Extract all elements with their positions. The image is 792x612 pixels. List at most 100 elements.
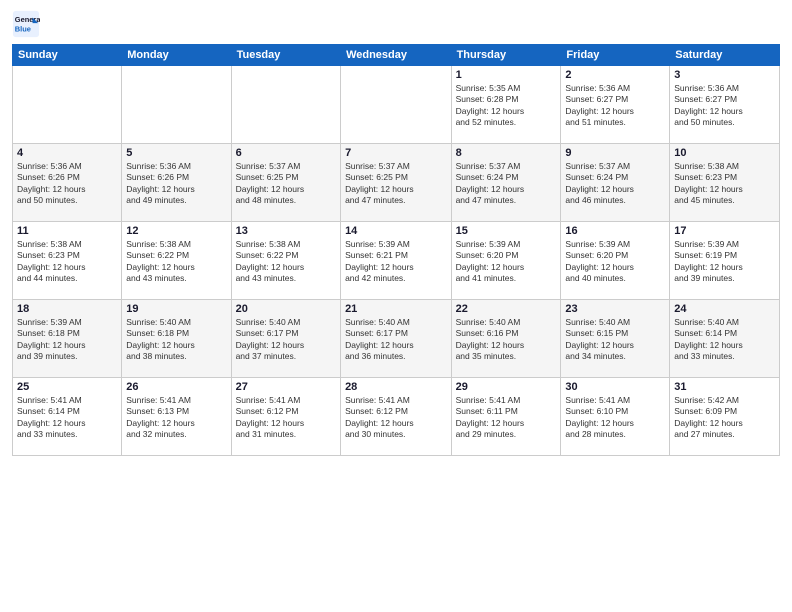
logo: General Blue xyxy=(12,10,44,38)
day-cell xyxy=(231,66,340,144)
day-number: 19 xyxy=(126,303,226,315)
day-number: 27 xyxy=(236,381,336,393)
day-info: Sunrise: 5:40 AM Sunset: 6:16 PM Dayligh… xyxy=(456,317,557,363)
day-cell: 11Sunrise: 5:38 AM Sunset: 6:23 PM Dayli… xyxy=(13,222,122,300)
day-number: 23 xyxy=(565,303,665,315)
day-info: Sunrise: 5:40 AM Sunset: 6:17 PM Dayligh… xyxy=(345,317,447,363)
day-number: 3 xyxy=(674,69,775,81)
day-number: 2 xyxy=(565,69,665,81)
day-info: Sunrise: 5:37 AM Sunset: 6:24 PM Dayligh… xyxy=(456,161,557,207)
day-number: 14 xyxy=(345,225,447,237)
day-number: 8 xyxy=(456,147,557,159)
day-number: 21 xyxy=(345,303,447,315)
day-cell: 21 Sunrise: 5:40 AM Sunset: 6:17 PM Dayli… xyxy=(341,300,452,378)
weekday-header-saturday: Saturday xyxy=(670,45,780,66)
week-row-5: 25 Sunrise: 5:41 AM Sunset: 6:14 PM Dayli… xyxy=(13,378,780,456)
day-cell: 28 Sunrise: 5:41 AM Sunset: 6:12 PM Dayli… xyxy=(341,378,452,456)
day-number: 28 xyxy=(345,381,447,393)
logo-icon: General Blue xyxy=(12,10,40,38)
day-info: Sunrise: 5:37 AM Sunset: 6:25 PM Dayligh… xyxy=(345,161,447,207)
day-cell: 12Sunrise: 5:38 AM Sunset: 6:22 PM Dayli… xyxy=(122,222,231,300)
day-info: Sunrise: 5:41 AM Sunset: 6:13 PM Dayligh… xyxy=(126,395,226,441)
day-number: 25 xyxy=(17,381,117,393)
day-info: Sunrise: 5:41 AM Sunset: 6:12 PM Dayligh… xyxy=(236,395,336,441)
weekday-header-tuesday: Tuesday xyxy=(231,45,340,66)
day-number: 26 xyxy=(126,381,226,393)
day-info: Sunrise: 5:41 AM Sunset: 6:10 PM Dayligh… xyxy=(565,395,665,441)
day-info: Sunrise: 5:41 AM Sunset: 6:11 PM Dayligh… xyxy=(456,395,557,441)
day-info: Sunrise: 5:40 AM Sunset: 6:15 PM Dayligh… xyxy=(565,317,665,363)
day-cell: 16 Sunrise: 5:39 AM Sunset: 6:20 PM Dayli… xyxy=(561,222,670,300)
day-info: Sunrise: 5:37 AM Sunset: 6:24 PM Dayligh… xyxy=(565,161,665,207)
day-info: Sunrise: 5:41 AM Sunset: 6:12 PM Dayligh… xyxy=(345,395,447,441)
header: General Blue xyxy=(12,10,780,38)
day-cell: 10 Sunrise: 5:38 AM Sunset: 6:23 PM Dayli… xyxy=(670,144,780,222)
day-info: Sunrise: 5:39 AM Sunset: 6:20 PM Dayligh… xyxy=(565,239,665,285)
calendar: SundayMondayTuesdayWednesdayThursdayFrid… xyxy=(12,44,780,456)
day-cell: 27 Sunrise: 5:41 AM Sunset: 6:12 PM Dayli… xyxy=(231,378,340,456)
day-cell xyxy=(341,66,452,144)
day-info: Sunrise: 5:38 AM Sunset: 6:23 PM Dayligh… xyxy=(17,239,117,285)
day-info: Sunrise: 5:39 AM Sunset: 6:18 PM Dayligh… xyxy=(17,317,117,363)
day-number: 29 xyxy=(456,381,557,393)
day-number: 18 xyxy=(17,303,117,315)
day-number: 10 xyxy=(674,147,775,159)
page: General Blue SundayMondayTuesdayWednesda… xyxy=(0,0,792,612)
day-info: Sunrise: 5:40 AM Sunset: 6:18 PM Dayligh… xyxy=(126,317,226,363)
day-cell: 24Sunrise: 5:40 AM Sunset: 6:14 PM Dayli… xyxy=(670,300,780,378)
day-cell: 26 Sunrise: 5:41 AM Sunset: 6:13 PM Dayli… xyxy=(122,378,231,456)
day-cell: 14Sunrise: 5:39 AM Sunset: 6:21 PM Dayli… xyxy=(341,222,452,300)
day-cell: 22 Sunrise: 5:40 AM Sunset: 6:16 PM Dayli… xyxy=(451,300,561,378)
day-cell: 30 Sunrise: 5:41 AM Sunset: 6:10 PM Dayli… xyxy=(561,378,670,456)
day-number: 22 xyxy=(456,303,557,315)
day-number: 20 xyxy=(236,303,336,315)
day-info: Sunrise: 5:36 AM Sunset: 6:27 PM Dayligh… xyxy=(674,83,775,129)
day-number: 4 xyxy=(17,147,117,159)
day-cell: 19 Sunrise: 5:40 AM Sunset: 6:18 PM Dayli… xyxy=(122,300,231,378)
svg-text:Blue: Blue xyxy=(15,24,31,33)
day-number: 5 xyxy=(126,147,226,159)
day-info: Sunrise: 5:35 AM Sunset: 6:28 PM Dayligh… xyxy=(456,83,557,129)
weekday-header-wednesday: Wednesday xyxy=(341,45,452,66)
day-number: 13 xyxy=(236,225,336,237)
day-info: Sunrise: 5:42 AM Sunset: 6:09 PM Dayligh… xyxy=(674,395,775,441)
day-cell: 1 Sunrise: 5:35 AM Sunset: 6:28 PM Daylig… xyxy=(451,66,561,144)
day-number: 7 xyxy=(345,147,447,159)
day-number: 30 xyxy=(565,381,665,393)
day-cell: 25 Sunrise: 5:41 AM Sunset: 6:14 PM Dayli… xyxy=(13,378,122,456)
day-cell: 7 Sunrise: 5:37 AM Sunset: 6:25 PM Daylig… xyxy=(341,144,452,222)
day-info: Sunrise: 5:37 AM Sunset: 6:25 PM Dayligh… xyxy=(236,161,336,207)
day-cell xyxy=(122,66,231,144)
day-cell: 17Sunrise: 5:39 AM Sunset: 6:19 PM Dayli… xyxy=(670,222,780,300)
day-cell xyxy=(13,66,122,144)
day-cell: 15 Sunrise: 5:39 AM Sunset: 6:20 PM Dayli… xyxy=(451,222,561,300)
day-number: 15 xyxy=(456,225,557,237)
day-number: 1 xyxy=(456,69,557,81)
day-number: 9 xyxy=(565,147,665,159)
day-info: Sunrise: 5:38 AM Sunset: 6:23 PM Dayligh… xyxy=(674,161,775,207)
weekday-header-row: SundayMondayTuesdayWednesdayThursdayFrid… xyxy=(13,45,780,66)
day-info: Sunrise: 5:41 AM Sunset: 6:14 PM Dayligh… xyxy=(17,395,117,441)
day-number: 31 xyxy=(674,381,775,393)
day-cell: 29 Sunrise: 5:41 AM Sunset: 6:11 PM Dayli… xyxy=(451,378,561,456)
week-row-2: 4 Sunrise: 5:36 AM Sunset: 6:26 PM Daylig… xyxy=(13,144,780,222)
day-cell: 20Sunrise: 5:40 AM Sunset: 6:17 PM Dayli… xyxy=(231,300,340,378)
day-number: 6 xyxy=(236,147,336,159)
day-cell: 8 Sunrise: 5:37 AM Sunset: 6:24 PM Daylig… xyxy=(451,144,561,222)
day-info: Sunrise: 5:36 AM Sunset: 6:27 PM Dayligh… xyxy=(565,83,665,129)
weekday-header-thursday: Thursday xyxy=(451,45,561,66)
day-info: Sunrise: 5:39 AM Sunset: 6:20 PM Dayligh… xyxy=(456,239,557,285)
weekday-header-sunday: Sunday xyxy=(13,45,122,66)
week-row-4: 18 Sunrise: 5:39 AM Sunset: 6:18 PM Dayli… xyxy=(13,300,780,378)
day-cell: 6 Sunrise: 5:37 AM Sunset: 6:25 PM Daylig… xyxy=(231,144,340,222)
day-cell: 5Sunrise: 5:36 AM Sunset: 6:26 PM Daylig… xyxy=(122,144,231,222)
day-info: Sunrise: 5:38 AM Sunset: 6:22 PM Dayligh… xyxy=(236,239,336,285)
day-cell: 18 Sunrise: 5:39 AM Sunset: 6:18 PM Dayli… xyxy=(13,300,122,378)
week-row-3: 11Sunrise: 5:38 AM Sunset: 6:23 PM Dayli… xyxy=(13,222,780,300)
day-number: 16 xyxy=(565,225,665,237)
day-info: Sunrise: 5:36 AM Sunset: 6:26 PM Dayligh… xyxy=(17,161,117,207)
day-number: 17 xyxy=(674,225,775,237)
weekday-header-monday: Monday xyxy=(122,45,231,66)
day-info: Sunrise: 5:38 AM Sunset: 6:22 PM Dayligh… xyxy=(126,239,226,285)
weekday-header-friday: Friday xyxy=(561,45,670,66)
